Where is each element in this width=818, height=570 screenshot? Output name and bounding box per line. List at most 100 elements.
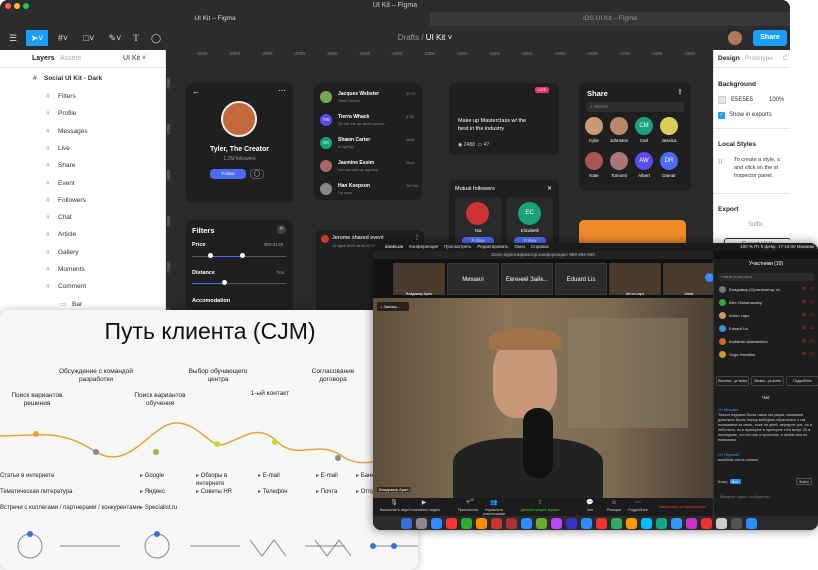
control-video[interactable]: ▶ Остановить видео	[407, 499, 441, 512]
upload-icon[interactable]: ⇪	[677, 88, 683, 96]
chat-to-select[interactable]: Все	[729, 479, 741, 484]
dock-app-icon[interactable]	[551, 518, 562, 529]
share-contact-avatar[interactable]	[585, 152, 603, 170]
menu-item[interactable]: zoom.us	[385, 244, 403, 249]
control-participants[interactable]: 👥 Управлять участниками	[477, 499, 511, 516]
message-row[interactable]: TW Tierra Whack So tell me up when you're.…	[314, 110, 422, 132]
slider-handle[interactable]	[222, 280, 227, 285]
move-tool-icon[interactable]: ➤˅	[26, 30, 48, 46]
dock-app-icon[interactable]	[686, 518, 697, 529]
layer-item[interactable]: # Filters	[0, 88, 166, 105]
background-hex[interactable]: E5E5E5	[731, 97, 753, 103]
dock-app-icon[interactable]	[476, 518, 487, 529]
menu-icon[interactable]: ☰	[4, 30, 22, 46]
menu-item[interactable]: Окно	[515, 244, 525, 249]
assets-tab[interactable]: Assets	[60, 55, 81, 62]
color-swatch[interactable]	[718, 96, 726, 104]
close-window-button[interactable]	[5, 3, 11, 9]
dock-app-icon[interactable]	[701, 518, 712, 529]
more-icon[interactable]: ⋮	[414, 234, 420, 241]
share-search-input[interactable]: ⌕ Search	[586, 102, 684, 112]
participant-thumbnail[interactable]: Евгений Зайк...	[501, 263, 553, 295]
layer-item[interactable]: # Followers	[0, 192, 166, 209]
zoom-window-button[interactable]	[23, 3, 29, 9]
participant-action-button[interactable]: Подробнее	[786, 376, 818, 386]
message-row[interactable]: Han Keepson I'm sure 28 Feb	[314, 179, 422, 201]
dock-app-icon[interactable]	[491, 518, 502, 529]
message-row[interactable]: SC Shawn Carter Is typing... Wed	[314, 133, 422, 155]
participant-search-input[interactable]: Найти участника	[718, 273, 814, 281]
participant-thumbnail[interactable]: Михаил	[447, 263, 499, 295]
share-contact-avatar[interactable]	[610, 117, 628, 135]
dock-app-icon[interactable]	[431, 518, 442, 529]
more-icon[interactable]: ⋯	[278, 86, 286, 95]
participant-thumbnail[interactable]: Владимир Арин	[393, 263, 445, 296]
participant-action-button[interactable]: Выключ...ук всем	[716, 376, 749, 386]
chat-input[interactable]: Введите здесь сообщение...	[718, 491, 814, 503]
layer-item[interactable]: # Chat	[0, 209, 166, 226]
close-icon[interactable]: ✕	[277, 225, 286, 234]
participant-action-button[interactable]: Включ...ук всем	[751, 376, 784, 386]
dock-app-icon[interactable]	[506, 518, 517, 529]
menu-item[interactable]: Просмотреть	[444, 244, 471, 249]
recording-indicator[interactable]: ● Запись...	[377, 302, 409, 311]
dock-app-icon[interactable]	[626, 518, 637, 529]
shape-tool-icon[interactable]: □˅	[78, 30, 100, 46]
share-contact-avatar[interactable]: CM	[635, 117, 653, 135]
dock-app-icon[interactable]	[446, 518, 457, 529]
comment-tool-icon[interactable]: ◯	[148, 30, 164, 46]
share-contact-avatar[interactable]: AW	[635, 152, 653, 170]
layer-root[interactable]: # Social UI Kit - Dark	[0, 70, 166, 87]
close-icon[interactable]: ✕	[547, 185, 552, 192]
message-row[interactable]: Jacques Webster Yeah I know 11:47	[314, 87, 422, 109]
dock-app-icon[interactable]	[731, 518, 742, 529]
dock-app-icon[interactable]	[521, 518, 532, 529]
tab-ios-ui-kit[interactable]: iOS UI Kit – Figma	[430, 12, 790, 26]
chat-recipient[interactable]: Кому: Все	[718, 479, 741, 484]
menu-item[interactable]: Справка	[531, 244, 549, 249]
layer-item[interactable]: # Gallery	[0, 244, 166, 261]
dock-app-icon[interactable]	[536, 518, 547, 529]
layer-item[interactable]: # Article	[0, 226, 166, 243]
participant-thumbnail[interactable]: Eduard Lis	[555, 263, 607, 295]
dock-app-icon[interactable]	[581, 518, 592, 529]
follow-button[interactable]: Follow	[210, 169, 246, 179]
profile-card[interactable]: ← ⋯ Tyler, The Creator 1.2M followers Fo…	[186, 83, 293, 203]
frame-tool-icon[interactable]: #˅	[52, 30, 74, 46]
tab-code[interactable]: C	[783, 55, 788, 62]
avatar[interactable]	[728, 31, 742, 45]
slider-handle[interactable]	[240, 253, 245, 258]
live-card[interactable]: LIVE Make up Masterclass w/ the best in …	[449, 83, 559, 155]
share-contact-avatar[interactable]	[585, 117, 603, 135]
dock-app-icon[interactable]	[461, 518, 472, 529]
control-mic[interactable]: 🎙 Выключить звук	[377, 499, 411, 512]
dock-app-icon[interactable]	[716, 518, 727, 529]
message-row[interactable]: Jasmine Essim Let me call my agency Mon	[314, 156, 422, 178]
dock-app-icon[interactable]	[746, 518, 757, 529]
share-contact-avatar[interactable]: DR	[660, 152, 678, 170]
suffix-label[interactable]: Suffix	[748, 222, 763, 228]
menu-item[interactable]: Конференция	[409, 244, 438, 249]
share-contact-avatar[interactable]	[660, 117, 678, 135]
layer-item[interactable]: # Comment	[0, 278, 166, 295]
back-icon[interactable]: ←	[192, 87, 200, 96]
background-opacity[interactable]: 100%	[769, 97, 784, 103]
dock-app-icon[interactable]	[596, 518, 607, 529]
dock-app-icon[interactable]	[671, 518, 682, 529]
layer-item[interactable]: # Profile	[0, 105, 166, 122]
dock-app-icon[interactable]	[416, 518, 427, 529]
checkbox-show-exports[interactable]: ✓	[718, 112, 725, 119]
tab-ui-kit[interactable]: UI Kit – Figma	[0, 12, 430, 26]
dock-app-icon[interactable]	[656, 518, 667, 529]
dock-app-icon[interactable]	[566, 518, 577, 529]
menu-item[interactable]: Редактировать	[477, 244, 508, 249]
message-icon[interactable]: ◯	[250, 169, 264, 179]
text-tool-icon[interactable]: T	[128, 30, 144, 46]
share-button[interactable]: Share	[753, 30, 787, 46]
share-contact-avatar[interactable]	[610, 152, 628, 170]
slider-handle[interactable]	[208, 253, 213, 258]
layer-item[interactable]: # Share	[0, 157, 166, 174]
dock-app-icon[interactable]	[401, 518, 412, 529]
end-meeting-button[interactable]: Завершить конференцию	[653, 504, 711, 509]
layer-item[interactable]: # Event	[0, 175, 166, 192]
